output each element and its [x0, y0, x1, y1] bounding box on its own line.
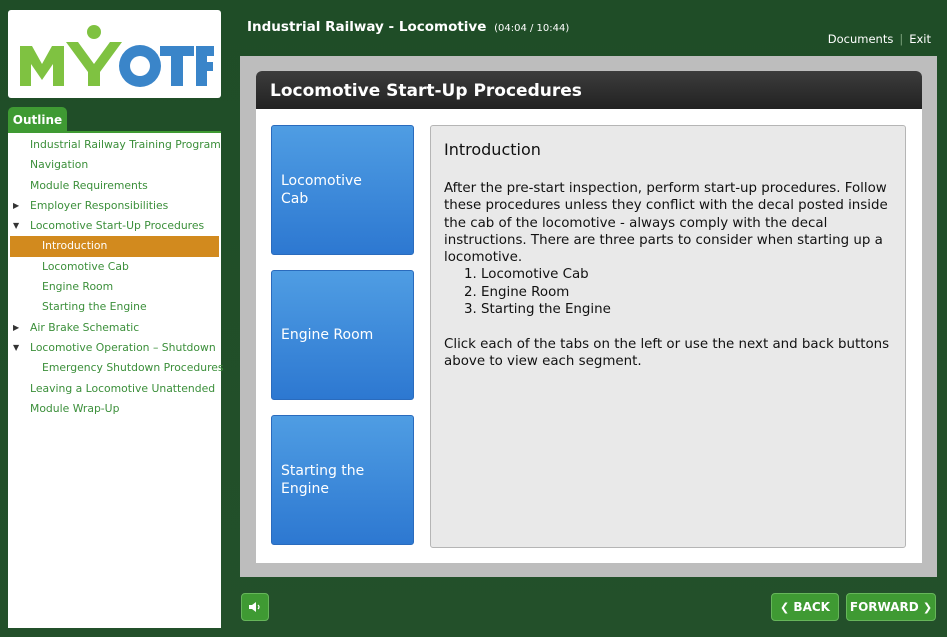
course-time: (04:04 / 10:44) — [494, 23, 570, 34]
outline-item[interactable]: Leaving a Locomotive Unattended — [8, 379, 221, 399]
outline-item-label: Locomotive Start-Up Procedures — [30, 219, 205, 233]
forward-label: FORWARD — [849, 600, 919, 614]
myotf-logo-graphic — [20, 25, 214, 87]
tab-label: Starting the Engine — [281, 463, 365, 497]
outline-item-label: Leaving a Locomotive Unattended — [30, 381, 216, 395]
link-separator: | — [899, 32, 904, 46]
info-footer: Click each of the tabs on the left or us… — [444, 336, 890, 370]
tab-locomotive-cab[interactable]: Locomotive Cab — [271, 125, 414, 255]
chevron-left-icon: ❮ — [780, 601, 790, 614]
slide: Locomotive Start-Up Procedures Locomotiv… — [256, 71, 922, 563]
outline-item-label: Emergency Shutdown Procedures — [42, 361, 224, 375]
outline-tab[interactable]: Outline — [8, 107, 67, 133]
course-title: Industrial Railway - Locomotive (04:04 /… — [247, 19, 569, 35]
outline-item-label: Engine Room — [42, 280, 114, 294]
outline-list: Industrial Railway Training Program Navig… — [8, 133, 224, 419]
tab-label: Engine Room — [281, 327, 374, 343]
outline-item-label: Employer Responsibilities — [30, 198, 169, 212]
outline-item[interactable]: Introduction — [10, 236, 219, 257]
outline-item-label: Module Wrap-Up — [30, 401, 120, 415]
caret-down-icon[interactable]: ▼ — [13, 338, 19, 358]
list-item: 2. Engine Room — [464, 284, 570, 300]
logo — [8, 10, 221, 98]
exit-link[interactable]: Exit — [909, 32, 931, 46]
outline-item[interactable]: Module Wrap-Up — [8, 399, 221, 419]
forward-button[interactable]: FORWARD ❯ — [846, 593, 936, 621]
outline-item[interactable]: ▼ Locomotive Operation – Shutdown — [8, 338, 221, 358]
caret-down-icon[interactable]: ▼ — [13, 216, 19, 236]
tab-engine-room[interactable]: Engine Room — [271, 270, 414, 400]
back-label: BACK — [793, 600, 830, 614]
top-links: Documents | Exit — [828, 32, 931, 46]
outline-item-label: Navigation — [30, 158, 89, 172]
outline-item[interactable]: Navigation — [8, 155, 221, 175]
outline-item[interactable]: Industrial Railway Training Program — [8, 135, 221, 155]
caret-right-icon[interactable]: ▶ — [13, 318, 19, 338]
outline-item[interactable]: ▼ Locomotive Start-Up Procedures — [8, 216, 221, 236]
back-button[interactable]: ❮ BACK — [771, 593, 839, 621]
speaker-icon — [249, 602, 260, 612]
info-title: Introduction — [444, 140, 541, 159]
outline-item[interactable]: Starting the Engine — [8, 297, 221, 317]
info-list: 1. Locomotive Cab 2. Engine Room 3. Star… — [444, 266, 892, 319]
outline-item[interactable]: ▶ Employer Responsibilities — [8, 196, 221, 216]
outline-item[interactable]: Locomotive Cab — [8, 257, 221, 277]
audio-button[interactable] — [241, 593, 269, 621]
info-panel: Introduction After the pre-start inspect… — [430, 125, 906, 548]
list-item: 3. Starting the Engine — [464, 302, 611, 318]
outline-item-label: Air Brake Schematic — [30, 320, 140, 334]
outline-item-label: Locomotive Cab — [42, 259, 129, 273]
outline-panel: Industrial Railway Training Program Navig… — [8, 131, 224, 628]
info-paragraph: After the pre-start inspection, perform … — [444, 181, 888, 266]
course-title-text: Industrial Railway - Locomotive — [247, 19, 487, 35]
outline-item[interactable]: Module Requirements — [8, 176, 221, 196]
slide-title: Locomotive Start-Up Procedures — [256, 71, 922, 109]
tab-starting-the-engine[interactable]: Starting the Engine — [271, 415, 414, 545]
outline-item-label: Industrial Railway Training Program — [30, 138, 221, 151]
outline-item[interactable]: Emergency Shutdown Procedures — [8, 358, 224, 378]
tab-label: Locomotive Cab — [281, 173, 362, 207]
outline-item[interactable]: Engine Room — [8, 277, 221, 297]
outline-item-label: Module Requirements — [30, 178, 148, 192]
documents-link[interactable]: Documents — [828, 32, 894, 46]
caret-right-icon[interactable]: ▶ — [13, 196, 19, 216]
outline-item[interactable]: ▶ Air Brake Schematic — [8, 318, 221, 338]
list-item: 1. Locomotive Cab — [464, 267, 589, 283]
outline-item-label: Locomotive Operation – Shutdown — [30, 340, 216, 354]
outline-item-label: Starting the Engine — [42, 300, 147, 314]
outline-item-label: Introduction — [42, 239, 108, 253]
chevron-right-icon: ❯ — [922, 601, 933, 614]
